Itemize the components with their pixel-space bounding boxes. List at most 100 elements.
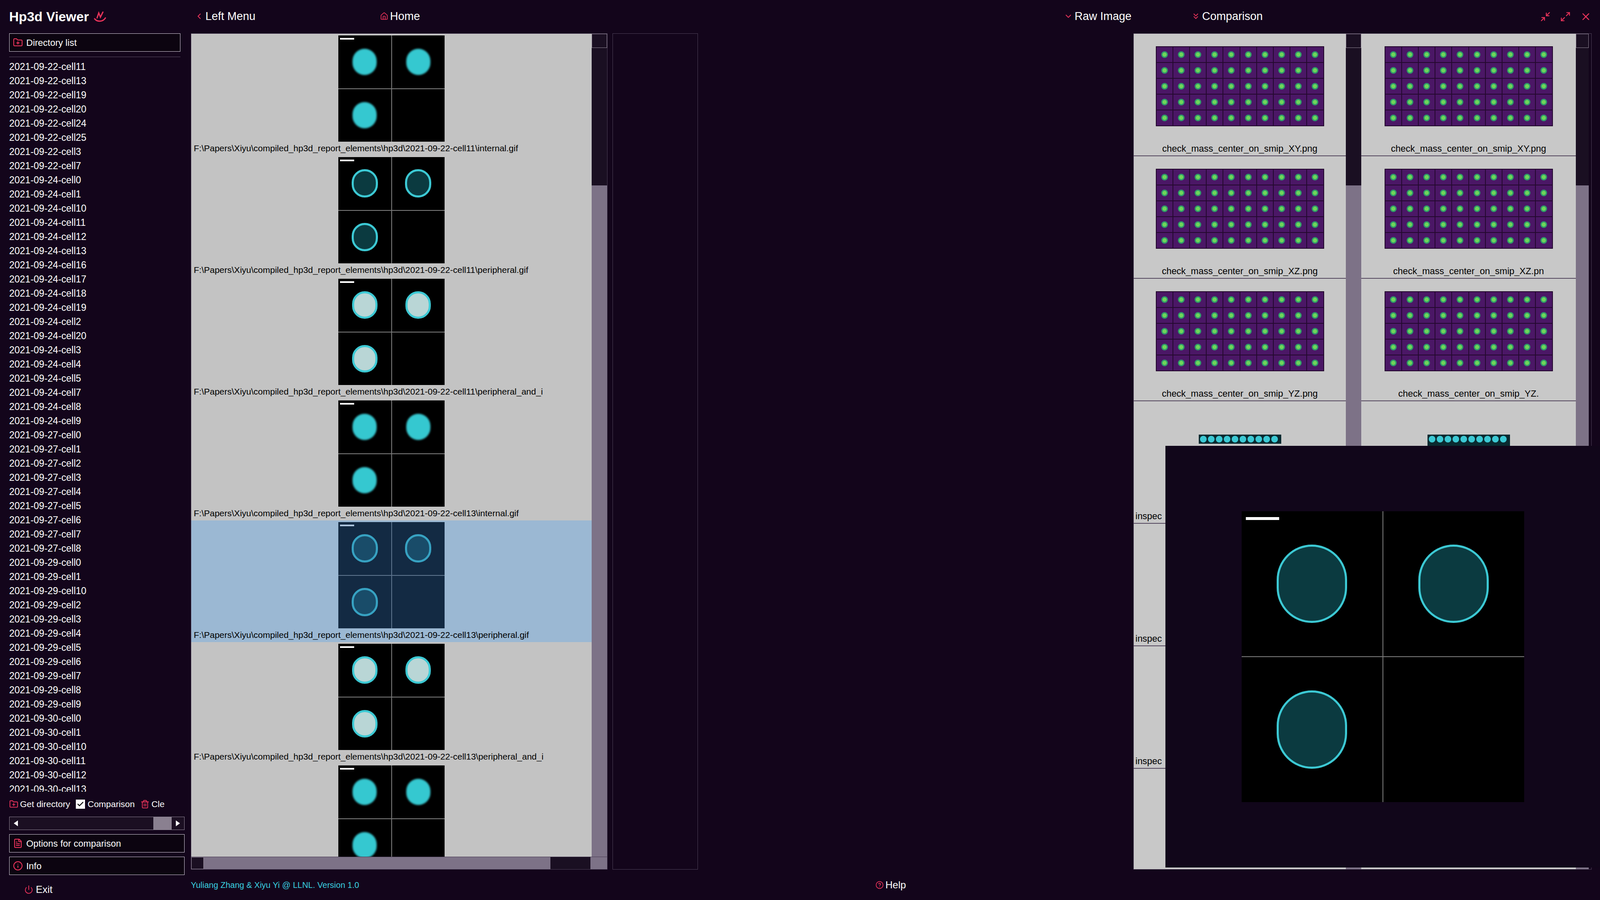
directory-item[interactable]: 2021-09-30-cell1 (9, 725, 181, 740)
directory-item[interactable]: 2021-09-29-cell1 (9, 569, 181, 584)
image-list-item[interactable] (191, 763, 592, 857)
maximize-icon[interactable] (1560, 11, 1571, 23)
arrow-left-icon (13, 820, 18, 827)
directory-item[interactable]: 2021-09-27-cell5 (9, 498, 181, 513)
help-button[interactable]: Help (875, 877, 906, 893)
directory-list-button[interactable]: Directory list (9, 33, 181, 52)
get-directory-button[interactable]: Get directory (9, 797, 70, 811)
directory-item[interactable]: 2021-09-22-cell20 (9, 102, 181, 117)
directory-item[interactable]: 2021-09-30-cell13 (9, 782, 181, 792)
top-menu-item[interactable]: Comparison (1191, 7, 1263, 25)
scroll-up-button[interactable] (1575, 33, 1589, 48)
horizontal-scrollbar[interactable] (191, 856, 608, 870)
horizontal-scrollbar[interactable] (9, 816, 185, 830)
directory-item[interactable]: 2021-09-27-cell1 (9, 442, 181, 457)
directory-item[interactable]: 2021-09-24-cell13 (9, 243, 181, 258)
thumbnail-cell (1418, 62, 1435, 78)
directory-item[interactable]: 2021-09-24-cell18 (9, 286, 181, 301)
directory-item[interactable]: 2021-09-27-cell6 (9, 512, 181, 528)
directory-item[interactable]: 2021-09-22-cell3 (9, 144, 181, 159)
top-menu-item[interactable]: Home (380, 7, 420, 25)
scroll-left-button[interactable] (191, 857, 204, 870)
directory-item[interactable]: 2021-09-24-cell9 (9, 413, 181, 428)
directory-item[interactable]: 2021-09-29-cell4 (9, 626, 181, 641)
directory-item[interactable]: 2021-09-24-cell4 (9, 357, 181, 372)
comparison-item[interactable]: check_mass_center_on_smip_YZ.png (1133, 278, 1346, 402)
image-list-item[interactable]: F:\Papers\Xiyu\compiled_hp3d_report_elem… (191, 398, 592, 521)
directory-item[interactable]: 2021-09-29-cell2 (9, 597, 181, 613)
directory-item[interactable]: 2021-09-24-cell20 (9, 328, 181, 343)
scroll-left-button[interactable] (9, 817, 23, 830)
comparison-item[interactable]: check_mass_center_on_smip_XY.png (1133, 33, 1346, 157)
directory-item[interactable]: 2021-09-22-cell7 (9, 158, 181, 173)
vertical-scrollbar[interactable] (591, 33, 608, 857)
top-menu-item[interactable]: Raw Image (1063, 7, 1132, 25)
image-list-item[interactable]: F:\Papers\Xiyu\compiled_hp3d_report_elem… (191, 277, 592, 399)
comparison-item[interactable]: check_mass_center_on_smip_YZ. (1361, 278, 1576, 402)
directory-item[interactable]: 2021-09-24-cell16 (9, 257, 181, 273)
directory-item[interactable]: 2021-09-22-cell25 (9, 130, 181, 145)
scroll-thumb[interactable] (1575, 47, 1589, 186)
directory-item[interactable]: 2021-09-24-cell2 (9, 314, 181, 329)
directory-item[interactable]: 2021-09-24-cell7 (9, 385, 181, 400)
directory-item[interactable]: 2021-09-24-cell8 (9, 399, 181, 414)
directory-item[interactable]: 2021-09-22-cell24 (9, 116, 181, 131)
checkbox-box[interactable] (75, 799, 85, 809)
scroll-thumb[interactable] (153, 817, 172, 830)
close-icon[interactable] (1580, 10, 1592, 23)
scroll-thumb[interactable] (1345, 47, 1362, 186)
directory-item[interactable]: 2021-09-29-cell8 (9, 682, 181, 698)
directory-item[interactable]: 2021-09-30-cell0 (9, 711, 181, 726)
directory-item[interactable]: 2021-09-22-cell11 (9, 59, 181, 74)
thumbnail-cell (1485, 292, 1502, 308)
directory-item[interactable]: 2021-09-30-cell10 (9, 739, 181, 754)
scroll-right-button[interactable] (171, 817, 185, 830)
comparison-item[interactable]: check_mass_center_on_smip_XY.png (1361, 33, 1576, 157)
directory-item[interactable]: 2021-09-24-cell10 (9, 201, 181, 216)
directory-item[interactable]: 2021-09-24-cell12 (9, 229, 181, 244)
directory-item[interactable]: 2021-09-24-cell11 (9, 215, 181, 230)
image-list-item[interactable]: F:\Papers\Xiyu\compiled_hp3d_report_elem… (191, 155, 592, 278)
directory-item[interactable]: 2021-09-24-cell19 (9, 300, 181, 315)
directory-item[interactable]: 2021-09-30-cell12 (9, 767, 181, 783)
directory-item[interactable]: 2021-09-22-cell19 (9, 87, 181, 103)
scroll-thumb[interactable] (591, 47, 608, 186)
directory-item[interactable]: 2021-09-24-cell1 (9, 187, 181, 202)
directory-item[interactable]: 2021-09-24-cell5 (9, 371, 181, 386)
scroll-thumb[interactable] (550, 857, 591, 870)
directory-item[interactable]: 2021-09-27-cell2 (9, 456, 181, 471)
directory-item[interactable]: 2021-09-27-cell8 (9, 541, 181, 556)
preview-window[interactable] (1165, 445, 1600, 868)
scroll-up-button[interactable] (591, 33, 608, 48)
directory-item[interactable]: 2021-09-29-cell6 (9, 654, 181, 669)
directory-item[interactable]: 2021-09-22-cell13 (9, 73, 181, 88)
directory-item[interactable]: 2021-09-29-cell9 (9, 697, 181, 712)
top-menu-item[interactable]: Left Menu (194, 7, 256, 25)
directory-item[interactable]: 2021-09-27-cell4 (9, 484, 181, 499)
directory-item[interactable]: 2021-09-29-cell0 (9, 555, 181, 570)
scroll-up-button[interactable] (1345, 33, 1362, 48)
directory-item[interactable]: 2021-09-27-cell7 (9, 527, 181, 542)
directory-item[interactable]: 2021-09-29-cell5 (9, 640, 181, 655)
directory-item[interactable]: 2021-09-24-cell0 (9, 172, 181, 188)
comparison-item[interactable]: check_mass_center_on_smip_XZ.png (1133, 156, 1346, 279)
directory-item[interactable]: 2021-09-30-cell11 (9, 753, 181, 768)
directory-item[interactable]: 2021-09-27-cell3 (9, 470, 181, 485)
image-list-item[interactable]: F:\Papers\Xiyu\compiled_hp3d_report_elem… (191, 642, 592, 764)
directory-item[interactable]: 2021-09-29-cell3 (9, 612, 181, 627)
directory-item[interactable]: 2021-09-24-cell17 (9, 272, 181, 287)
clear-button[interactable]: Cle (140, 797, 165, 811)
image-list-item[interactable]: F:\Papers\Xiyu\compiled_hp3d_report_elem… (191, 520, 592, 643)
directory-item[interactable]: 2021-09-24-cell3 (9, 342, 181, 358)
comparison-checkbox[interactable]: Comparison (75, 797, 135, 811)
image-list-item[interactable]: F:\Papers\Xiyu\compiled_hp3d_report_elem… (191, 33, 592, 156)
minimize-icon[interactable] (1540, 11, 1551, 23)
thumbnail-cell (1402, 169, 1418, 185)
options-button[interactable]: Options for comparison (9, 834, 185, 853)
info-button[interactable]: Info (9, 856, 185, 875)
directory-item[interactable]: 2021-09-27-cell0 (9, 427, 181, 443)
directory-item[interactable]: 2021-09-29-cell7 (9, 668, 181, 683)
comparison-item[interactable]: check_mass_center_on_smip_XZ.pn (1361, 156, 1576, 279)
directory-item[interactable]: 2021-09-29-cell10 (9, 583, 181, 598)
exit-button[interactable]: Exit (9, 879, 185, 900)
